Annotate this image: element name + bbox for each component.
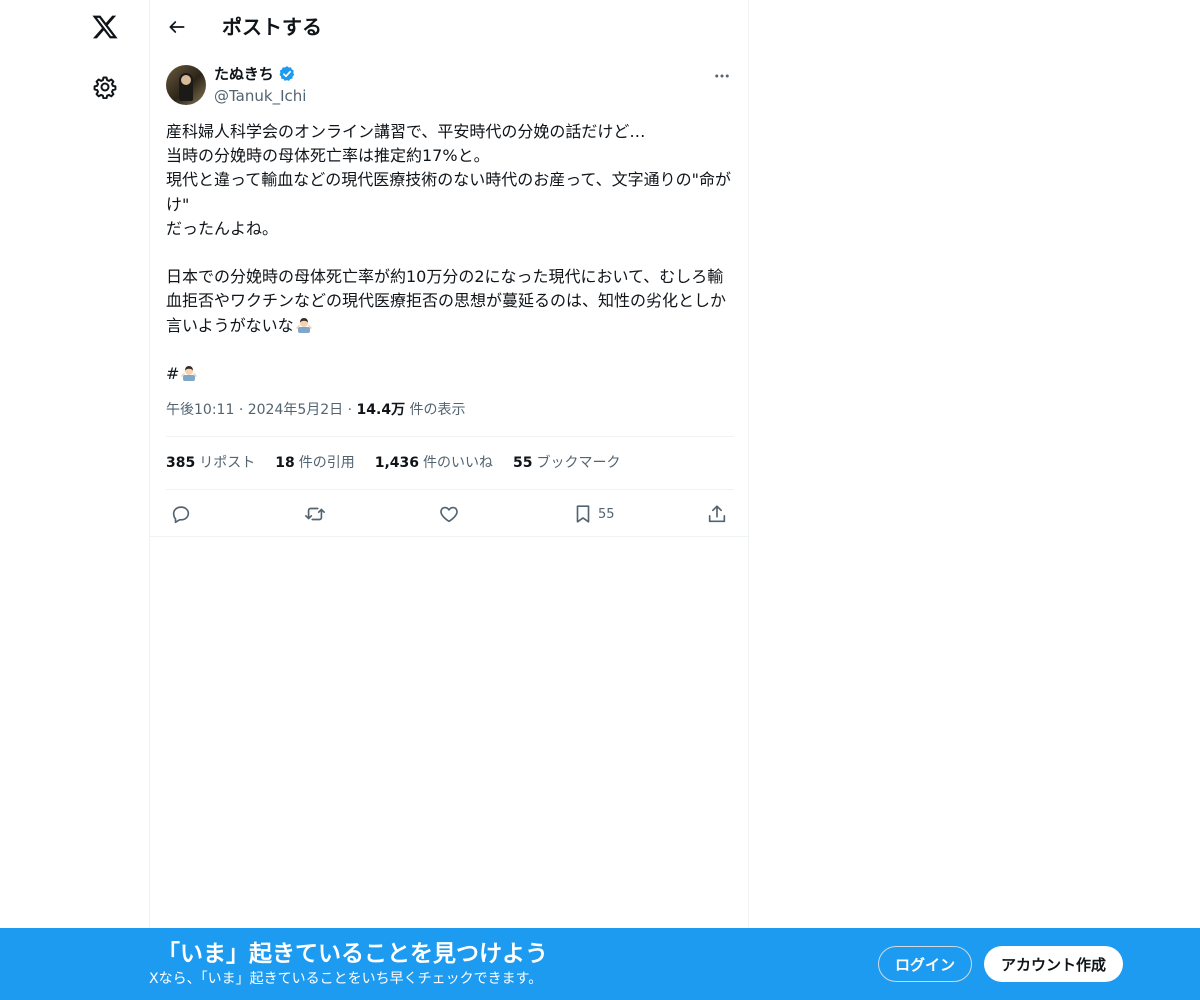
author-name-text[interactable]: たぬきち: [214, 64, 274, 84]
arrow-left-icon: [169, 21, 185, 33]
reposts-label: リポスト: [199, 455, 256, 471]
login-button[interactable]: ログイン: [878, 946, 972, 982]
gear-icon[interactable]: [90, 72, 120, 102]
main-column: ポストする たぬきち @Tanuk_Ichi 産科婦人科学会のオンライン講習で、…: [149, 0, 749, 1000]
tweet-time[interactable]: 午後10:11: [166, 402, 234, 418]
banner-title: 「いま」起きていることを見つけよう: [157, 941, 548, 967]
bookmarks-stat[interactable]: 55 ブックマーク: [513, 453, 620, 473]
divider: [150, 536, 748, 537]
like-icon: [440, 506, 458, 523]
reply-icon: [172, 506, 190, 524]
quotes-label: 件の引用: [298, 455, 355, 471]
left-nav: [0, 0, 150, 1000]
divider: [166, 489, 734, 490]
reply-button[interactable]: [170, 498, 192, 530]
more-options-button[interactable]: [708, 62, 736, 90]
tweet-meta: 午後10:11 · 2024年5月2日 · 14.4万 件の表示: [166, 400, 466, 420]
more-horizontal-icon: [715, 74, 729, 78]
reposts-count: 385: [166, 455, 196, 471]
quotes-count: 18: [275, 455, 295, 471]
signup-button[interactable]: アカウント作成: [984, 946, 1123, 982]
share-button[interactable]: [706, 498, 728, 530]
repost-button[interactable]: [304, 498, 326, 530]
likes-count: 1,436: [374, 455, 420, 471]
bookmarks-label: ブックマーク: [536, 455, 621, 471]
views-count: 14.4万: [356, 402, 406, 418]
bookmark-button[interactable]: 55: [572, 498, 615, 530]
x-logo-icon[interactable]: [86, 8, 124, 46]
page-header: ポストする: [150, 0, 748, 53]
bookmarks-count: 55: [513, 455, 533, 471]
bookmark-icon: [576, 505, 590, 523]
tweet-stats: 385 リポスト 18 件の引用 1,436 件のいいね 55 ブックマーク: [166, 453, 621, 473]
author-name[interactable]: たぬきち: [214, 64, 296, 84]
author-handle[interactable]: @Tanuk_Ichi: [214, 86, 306, 106]
tweet-text-content: 産科婦人科学会のオンライン講習で、平安時代の分娩の話だけど… 当時の分娩時の母体…: [166, 122, 731, 335]
person-shrugging-emoji-icon: [295, 316, 313, 334]
verified-badge-icon: [279, 66, 294, 81]
likes-label: 件のいいね: [423, 455, 494, 471]
tweet-text: 産科婦人科学会のオンライン講習で、平安時代の分娩の話だけど… 当時の分娩時の母体…: [166, 120, 738, 386]
views-label: 件の表示: [409, 402, 466, 418]
reposts-stat[interactable]: 385 リポスト: [166, 453, 255, 473]
action-bar: 55: [150, 498, 748, 530]
likes-stat[interactable]: 1,436 件のいいね: [375, 453, 493, 473]
share-icon: [708, 505, 726, 523]
bookmark-count: 55: [598, 506, 615, 522]
person-shrugging-emoji-icon[interactable]: [180, 364, 198, 382]
divider: [166, 436, 734, 437]
banner-subtitle: Xなら、「いま」起きていることをいち早くチェックできます。: [149, 971, 543, 987]
repost-icon: [305, 507, 325, 521]
tweet-date[interactable]: 2024年5月2日: [248, 402, 343, 418]
quotes-stat[interactable]: 18 件の引用: [275, 453, 354, 473]
meta-separator: ·: [347, 402, 353, 418]
meta-separator: ·: [238, 402, 244, 418]
page-title: ポストする: [222, 15, 322, 39]
back-button[interactable]: [162, 12, 192, 42]
like-button[interactable]: [438, 498, 460, 530]
avatar[interactable]: [166, 65, 206, 105]
hashtag-prefix[interactable]: #: [166, 364, 179, 383]
